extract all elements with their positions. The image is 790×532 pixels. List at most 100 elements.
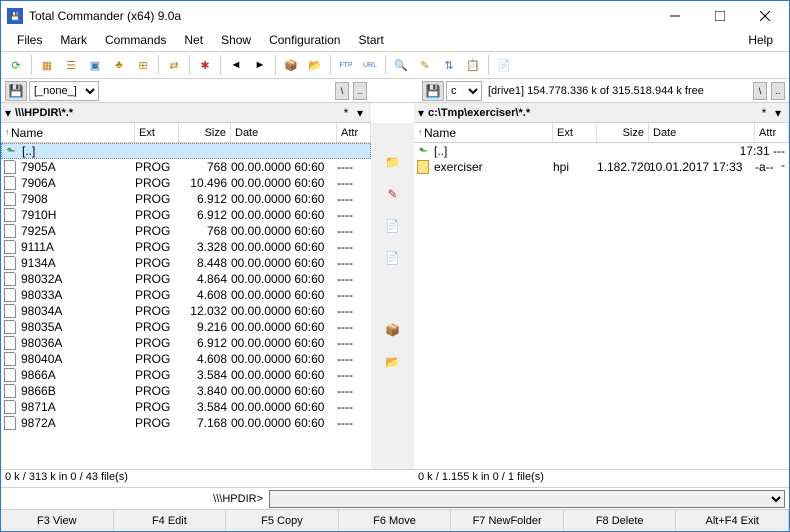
view-full-icon[interactable]: ☰ xyxy=(60,54,82,76)
file-row[interactable]: 98032A PROG 4.864 00.00.0000 60:60 ---- xyxy=(1,271,371,287)
pack-icon[interactable]: 📦 xyxy=(280,54,302,76)
swap-panels-icon[interactable]: ⇄ xyxy=(163,54,185,76)
file-date: 00.00.0000 60:60 xyxy=(231,336,337,350)
file-size: 768 xyxy=(179,160,231,174)
file-row[interactable]: 9866A PROG 3.584 00.00.0000 60:60 ---- xyxy=(1,367,371,383)
right-root-button[interactable]: \ xyxy=(753,82,767,100)
back-icon[interactable]: ◄ xyxy=(225,54,247,76)
mid-newfolder-icon[interactable]: 📂 xyxy=(382,351,404,373)
right-path[interactable]: c:\Tmp\exerciser\*.* xyxy=(428,107,757,119)
file-date: 00.00.0000 60:60 xyxy=(231,176,337,190)
left-root-button[interactable]: \ xyxy=(335,82,349,100)
tree-icon[interactable]: ♣ xyxy=(108,54,130,76)
menu-help[interactable]: Help xyxy=(740,31,781,51)
mid-edit-icon[interactable]: ✎ xyxy=(382,183,404,205)
search-icon[interactable]: 🔍 xyxy=(390,54,412,76)
menu-commands[interactable]: Commands xyxy=(97,31,174,51)
left-col-attr[interactable]: Attr xyxy=(337,123,371,142)
f8-delete[interactable]: F8 Delete xyxy=(564,510,677,531)
ftp-icon[interactable]: FTP xyxy=(335,54,357,76)
sync-icon[interactable]: ⇅ xyxy=(438,54,460,76)
left-history-icon[interactable]: ▾ xyxy=(353,106,367,120)
minimize-button[interactable] xyxy=(652,2,697,30)
close-button[interactable] xyxy=(742,2,787,30)
file-row[interactable]: 7908 PROG 6.912 00.00.0000 60:60 ---- xyxy=(1,191,371,207)
right-favorites-icon[interactable]: * xyxy=(757,106,771,120)
left-path-dropdown-icon[interactable]: ▾ xyxy=(5,106,15,120)
f5-copy[interactable]: F5 Copy xyxy=(226,510,339,531)
file-row[interactable]: 98040A PROG 4.608 00.00.0000 60:60 ---- xyxy=(1,351,371,367)
copy-names-icon[interactable]: 📋 xyxy=(462,54,484,76)
file-row[interactable]: 9134A PROG 8.448 00.00.0000 60:60 ---- xyxy=(1,255,371,271)
menu-show[interactable]: Show xyxy=(213,31,259,51)
right-col-ext[interactable]: Ext xyxy=(553,123,597,142)
left-col-name[interactable]: ↑Name xyxy=(1,123,135,142)
mid-copy-icon[interactable]: 📄 xyxy=(382,215,404,237)
right-history-icon[interactable]: ▾ xyxy=(771,106,785,120)
file-row[interactable]: 7905A PROG 768 00.00.0000 60:60 ---- xyxy=(1,159,371,175)
left-col-ext[interactable]: Ext xyxy=(135,123,179,142)
mid-folder-icon[interactable]: 📁 xyxy=(382,151,404,173)
alt-f4-exit[interactable]: Alt+F4 Exit xyxy=(676,510,789,531)
left-drive-select[interactable]: [_none_] xyxy=(29,81,99,101)
left-drive-button[interactable]: 💾 xyxy=(5,81,27,101)
file-row[interactable]: exerciser hpi 1.182.720 10.01.2017 17:33… xyxy=(414,159,789,175)
file-row[interactable]: 7910H PROG 6.912 00.00.0000 60:60 ---- xyxy=(1,207,371,223)
file-row[interactable]: 7925A PROG 768 00.00.0000 60:60 ---- xyxy=(1,223,371,239)
left-col-size[interactable]: Size xyxy=(179,123,231,142)
file-name: 98035A xyxy=(19,320,135,334)
right-path-dropdown-icon[interactable]: ▾ xyxy=(418,106,428,120)
notepad-icon[interactable]: 📄 xyxy=(493,54,515,76)
file-ext: PROG xyxy=(135,240,179,254)
right-col-date[interactable]: Date xyxy=(649,123,755,142)
maximize-button[interactable] xyxy=(697,2,742,30)
f7-newfolder[interactable]: F7 NewFolder xyxy=(451,510,564,531)
menu-mark[interactable]: Mark xyxy=(52,31,95,51)
file-row[interactable]: 98035A PROG 9.216 00.00.0000 60:60 ---- xyxy=(1,319,371,335)
menu-configuration[interactable]: Configuration xyxy=(261,31,348,51)
view-custom-icon[interactable]: ⊞ xyxy=(132,54,154,76)
url-icon[interactable]: URL xyxy=(359,54,381,76)
right-drive-select[interactable]: c xyxy=(446,81,482,101)
left-col-date[interactable]: Date xyxy=(231,123,337,142)
f3-view[interactable]: F3 View xyxy=(1,510,114,531)
left-favorites-icon[interactable]: * xyxy=(339,106,353,120)
mid-pack-icon[interactable]: 📦 xyxy=(382,319,404,341)
right-col-size[interactable]: Size xyxy=(597,123,649,142)
file-row[interactable]: 98034A PROG 12.032 00.00.0000 60:60 ---- xyxy=(1,303,371,319)
multirename-icon[interactable]: ✎ xyxy=(414,54,436,76)
mid-move-icon[interactable]: 📄 xyxy=(382,247,404,269)
view-thumbs-icon[interactable]: ▣ xyxy=(84,54,106,76)
file-name: 7908 xyxy=(19,192,135,206)
refresh-icon[interactable]: ⟳ xyxy=(5,54,27,76)
file-row[interactable]: 98036A PROG 6.912 00.00.0000 60:60 ---- xyxy=(1,335,371,351)
file-row[interactable]: 9872A PROG 7.168 00.00.0000 60:60 ---- xyxy=(1,415,371,431)
updir-row[interactable]: ⬑ [..] 29.06.2017 17:31 ---- xyxy=(414,143,789,159)
right-filelist[interactable]: ⬑ [..] 29.06.2017 17:31 ---- exerciser h… xyxy=(414,143,789,469)
forward-icon[interactable]: ► xyxy=(249,54,271,76)
file-row[interactable]: 9866B PROG 3.840 00.00.0000 60:60 ---- xyxy=(1,383,371,399)
left-filelist[interactable]: ⬑ [..] 7905A PROG 768 00.00.0000 60:60 -… xyxy=(1,143,371,469)
file-row[interactable]: 9871A PROG 3.584 00.00.0000 60:60 ---- xyxy=(1,399,371,415)
menu-net[interactable]: Net xyxy=(176,31,211,51)
right-up-button[interactable]: .. xyxy=(771,82,785,100)
view-brief-icon[interactable]: ▦ xyxy=(36,54,58,76)
menu-files[interactable]: Files xyxy=(9,31,50,51)
f6-move[interactable]: F6 Move xyxy=(339,510,452,531)
left-up-button[interactable]: .. xyxy=(353,82,367,100)
file-attr: ---- xyxy=(337,224,371,238)
file-row[interactable]: 98033A PROG 4.608 00.00.0000 60:60 ---- xyxy=(1,287,371,303)
file-name: 9111A xyxy=(19,240,135,254)
left-path[interactable]: \\\HPDIR\*.* xyxy=(15,107,339,119)
right-drive-button[interactable]: 💾 xyxy=(422,81,444,101)
invert-selection-icon[interactable]: ✱ xyxy=(194,54,216,76)
file-row[interactable]: 7906A PROG 10.496 00.00.0000 60:60 ---- xyxy=(1,175,371,191)
f4-edit[interactable]: F4 Edit xyxy=(114,510,227,531)
right-col-attr[interactable]: Attr xyxy=(755,123,789,142)
updir-row[interactable]: ⬑ [..] xyxy=(1,143,371,159)
menu-start[interactable]: Start xyxy=(350,31,391,51)
right-col-name[interactable]: ↑Name xyxy=(414,123,553,142)
cmdline-input[interactable] xyxy=(269,490,785,508)
unpack-icon[interactable]: 📂 xyxy=(304,54,326,76)
file-row[interactable]: 9111A PROG 3.328 00.00.0000 60:60 ---- xyxy=(1,239,371,255)
